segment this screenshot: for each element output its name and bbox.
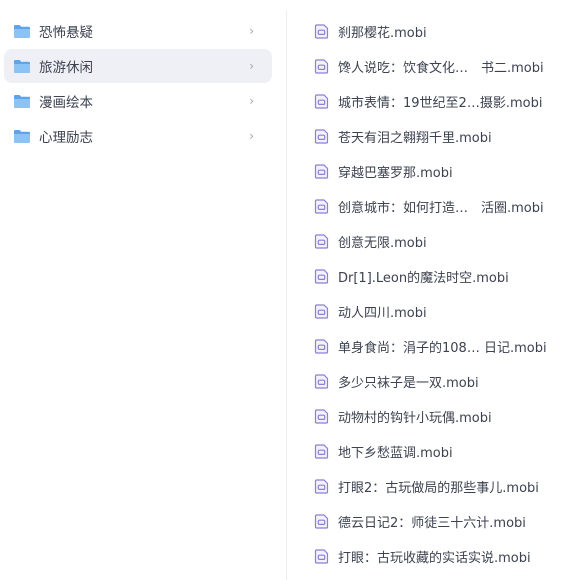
file-name: 地下乡愁蓝调.mobi xyxy=(338,446,453,461)
file-item[interactable]: 城市表情：19世纪至2…摄影.mobi xyxy=(300,84,588,119)
chevron-right-icon: › xyxy=(249,24,254,38)
mobi-file-icon xyxy=(314,269,329,284)
folder-icon xyxy=(14,59,30,73)
mobi-file-icon xyxy=(314,234,329,249)
mobi-file-icon xyxy=(314,479,329,494)
mobi-file-icon xyxy=(314,374,329,389)
folder-item-comics-picture-books[interactable]: 漫画绘本 › xyxy=(4,84,272,118)
mobi-file-icon xyxy=(314,199,329,214)
file-name: 馋人说吃：饮食文化… 书二.mobi xyxy=(338,61,544,76)
file-name: 刹那樱花.mobi xyxy=(338,26,427,41)
file-list: 刹那樱花.mobi 馋人说吃：饮食文化… 书二.mobi 城市表情：19世纪至2…摄… xyxy=(300,14,588,574)
file-item[interactable]: Dr[1].Leon的魔法时空.mobi xyxy=(300,259,588,294)
file-item[interactable]: 创意城市：如何打造… 活圈.mobi xyxy=(300,189,588,224)
mobi-file-icon xyxy=(314,444,329,459)
file-name: 动物村的钩针小玩偶.mobi xyxy=(338,411,492,426)
folder-item-horror-suspense[interactable]: 恐怖悬疑 › xyxy=(4,14,272,48)
file-name: 城市表情：19世纪至2…摄影.mobi xyxy=(338,96,543,111)
file-name: 创意城市：如何打造… 活圈.mobi xyxy=(338,201,544,216)
file-item[interactable]: 打眼2：古玩做局的那些事儿.mobi xyxy=(300,469,588,504)
file-item[interactable]: 苍天有泪之翱翔千里.mobi xyxy=(300,119,588,154)
folder-item-travel-leisure[interactable]: 旅游休闲 › xyxy=(4,49,272,83)
folder-label: 心理励志 xyxy=(39,130,93,146)
file-item[interactable]: 穿越巴塞罗那.mobi xyxy=(300,154,588,189)
file-name: 创意无限.mobi xyxy=(338,236,427,251)
chevron-right-icon: › xyxy=(249,129,254,143)
file-item[interactable]: 动人四川.mobi xyxy=(300,294,588,329)
mobi-file-icon xyxy=(314,94,329,109)
folder-icon xyxy=(14,24,30,38)
file-name: 打眼2：古玩做局的那些事儿.mobi xyxy=(338,481,539,496)
file-name: Dr[1].Leon的魔法时空.mobi xyxy=(338,271,509,286)
folder-icon xyxy=(14,94,30,108)
file-item[interactable]: 馋人说吃：饮食文化… 书二.mobi xyxy=(300,49,588,84)
pane-divider xyxy=(286,10,287,580)
mobi-file-icon xyxy=(314,164,329,179)
file-name: 苍天有泪之翱翔千里.mobi xyxy=(338,131,492,146)
folder-icon xyxy=(14,129,30,143)
file-name: 多少只袜子是一双.mobi xyxy=(338,376,479,391)
file-item[interactable]: 单身食尚：涓子的108… 日记.mobi xyxy=(300,329,588,364)
file-item[interactable]: 创意无限.mobi xyxy=(300,224,588,259)
mobi-file-icon xyxy=(314,129,329,144)
file-name: 德云日记2：师徒三十六计.mobi xyxy=(338,516,526,531)
folder-label: 旅游休闲 xyxy=(39,60,93,76)
file-item[interactable]: 动物村的钩针小玩偶.mobi xyxy=(300,399,588,434)
mobi-file-icon xyxy=(314,409,329,424)
mobi-file-icon xyxy=(314,549,329,564)
mobi-file-icon xyxy=(314,339,329,354)
file-name: 动人四川.mobi xyxy=(338,306,427,321)
chevron-right-icon: › xyxy=(249,94,254,108)
file-item[interactable]: 地下乡愁蓝调.mobi xyxy=(300,434,588,469)
folder-label: 漫画绘本 xyxy=(39,95,93,111)
mobi-file-icon xyxy=(314,59,329,74)
folder-list: 恐怖悬疑 › 旅游休闲 › 漫画绘本 › 心理励志 › xyxy=(0,14,282,154)
file-name: 单身食尚：涓子的108… 日记.mobi xyxy=(338,341,547,356)
folder-item-psychology-inspiration[interactable]: 心理励志 › xyxy=(4,119,272,153)
file-name: 打眼：古玩收藏的实话实说.mobi xyxy=(338,551,531,566)
file-item[interactable]: 德云日记2：师徒三十六计.mobi xyxy=(300,504,588,539)
mobi-file-icon xyxy=(314,304,329,319)
chevron-right-icon: › xyxy=(249,59,254,73)
file-item[interactable]: 多少只袜子是一双.mobi xyxy=(300,364,588,399)
mobi-file-icon xyxy=(314,514,329,529)
file-item[interactable]: 刹那樱花.mobi xyxy=(300,14,588,49)
file-name: 穿越巴塞罗那.mobi xyxy=(338,166,453,181)
folder-label: 恐怖悬疑 xyxy=(39,25,93,41)
mobi-file-icon xyxy=(314,24,329,39)
file-item[interactable]: 打眼：古玩收藏的实话实说.mobi xyxy=(300,539,588,574)
